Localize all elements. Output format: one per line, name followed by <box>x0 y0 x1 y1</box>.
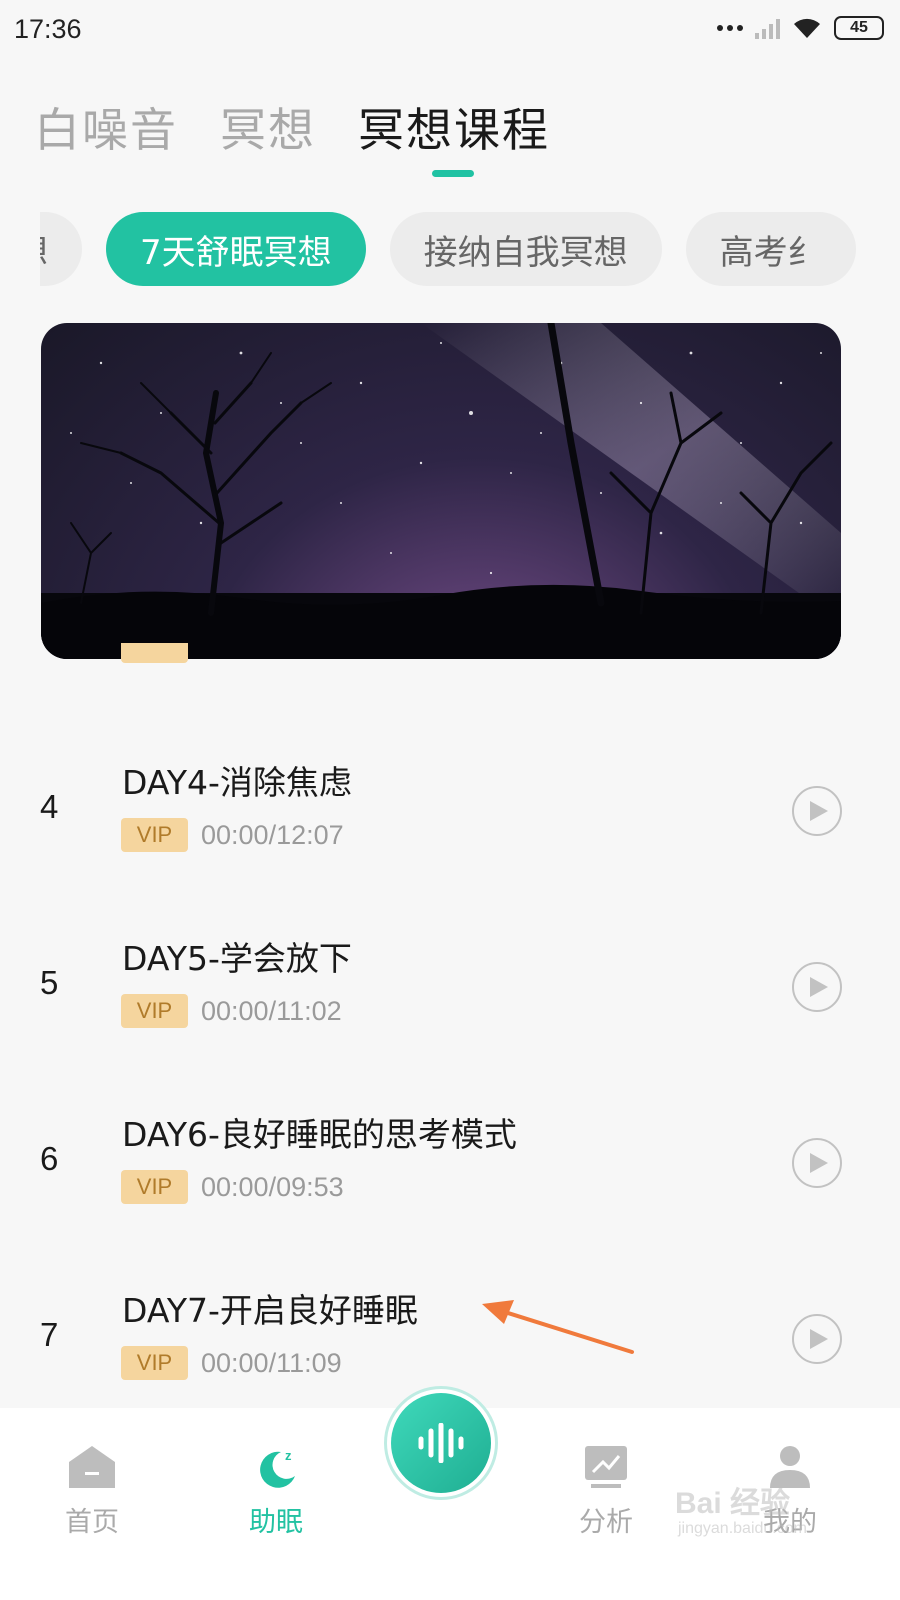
app-screen: 17:36 45 白噪音 冥想 冥想课程 想 7天舒眠冥想 接纳自我冥想 高考纟 <box>0 0 900 1600</box>
tab-white-noise[interactable]: 白噪音 <box>34 94 178 160</box>
chip-self-acceptance-meditation[interactable]: 接纳自我冥想 <box>389 212 662 286</box>
nav-home-label: 首页 <box>65 1507 119 1538</box>
course-banner-image <box>41 323 841 659</box>
lesson-title: DAY7-开启良好睡眠 <box>122 1291 418 1330</box>
lesson-number: 6 <box>40 1140 59 1177</box>
play-button[interactable] <box>792 1138 842 1188</box>
nav-analysis[interactable]: 分析 <box>546 1444 666 1539</box>
nav-home[interactable]: 首页 <box>32 1444 152 1539</box>
lesson-row-day6[interactable]: 6 DAY6-良好睡眠的思考模式 VIP 00:00/09:53 <box>0 1088 900 1264</box>
record-sound-button[interactable] <box>384 1386 498 1500</box>
lesson-time: 00:00/11:09 <box>201 1348 342 1378</box>
play-button[interactable] <box>792 962 842 1012</box>
vip-badge: VIP <box>121 994 188 1028</box>
chart-trend-icon <box>585 1446 627 1488</box>
night-sky-illustration <box>41 323 841 659</box>
vip-badge: VIP <box>121 1346 188 1380</box>
play-icon <box>810 977 828 997</box>
play-icon <box>810 1153 828 1173</box>
play-icon <box>810 801 828 821</box>
vip-badge: VIP <box>121 818 188 852</box>
tab-active-indicator <box>432 170 474 177</box>
status-icons: 45 <box>717 16 884 40</box>
play-icon <box>810 1329 828 1349</box>
chip-exam-category[interactable]: 高考纟 <box>685 212 856 286</box>
moon-sleep-icon: z <box>260 1448 295 1488</box>
lesson-title: DAY5-学会放下 <box>122 939 352 978</box>
sound-wave-icon <box>418 1423 464 1463</box>
more-dots-icon <box>717 25 743 31</box>
svg-text:z: z <box>285 1448 292 1463</box>
chip-previous-category[interactable]: 想 <box>40 212 82 286</box>
play-button[interactable] <box>792 786 842 836</box>
lesson-row-day4[interactable]: 4 DAY4-消除焦虑 VIP 00:00/12:07 <box>0 736 900 912</box>
annotation-arrow-icon <box>482 1300 634 1354</box>
home-icon <box>69 1446 115 1488</box>
lesson-number: 5 <box>40 964 59 1001</box>
lesson-title: DAY6-良好睡眠的思考模式 <box>122 1115 517 1154</box>
lesson-number: 4 <box>40 788 59 825</box>
battery-indicator: 45 <box>834 16 884 40</box>
lesson-row-day5[interactable]: 5 DAY5-学会放下 VIP 00:00/11:02 <box>0 912 900 1088</box>
lesson-title: DAY4-消除焦虑 <box>122 763 352 802</box>
watermark-url: jingyan.baidu.com <box>678 1520 807 1537</box>
bottom-nav: 首页 z 助眠 分析 我的 Bai 经验 jingyan.baidu.com <box>0 1386 900 1600</box>
chip-7-day-sleep-meditation[interactable]: 7天舒眠冥想 <box>106 212 366 286</box>
lesson-time: 00:00/12:07 <box>201 820 344 850</box>
watermark-logo: Bai 经验 <box>675 1487 791 1520</box>
play-button[interactable] <box>792 1314 842 1364</box>
wifi-icon <box>794 18 820 38</box>
nav-sleep-aid[interactable]: z 助眠 <box>216 1444 336 1539</box>
category-chips: 想 7天舒眠冥想 接纳自我冥想 高考纟 <box>40 212 865 288</box>
lesson-time: 00:00/09:53 <box>201 1172 344 1202</box>
signal-icon <box>755 17 780 39</box>
tab-meditation-course[interactable]: 冥想课程 <box>358 94 550 160</box>
vip-badge: VIP <box>121 1170 188 1204</box>
nav-analysis-label: 分析 <box>579 1507 633 1538</box>
lesson-number: 7 <box>40 1316 59 1353</box>
status-time: 17:36 <box>14 14 82 44</box>
lesson-time: 00:00/11:02 <box>201 996 342 1026</box>
tab-meditation[interactable]: 冥想 <box>220 94 316 160</box>
nav-sleep-aid-label: 助眠 <box>249 1507 303 1538</box>
status-bar: 17:36 45 <box>0 0 900 64</box>
previous-row-vip-badge <box>121 643 188 663</box>
top-tabs: 白噪音 冥想 冥想课程 <box>34 94 550 160</box>
